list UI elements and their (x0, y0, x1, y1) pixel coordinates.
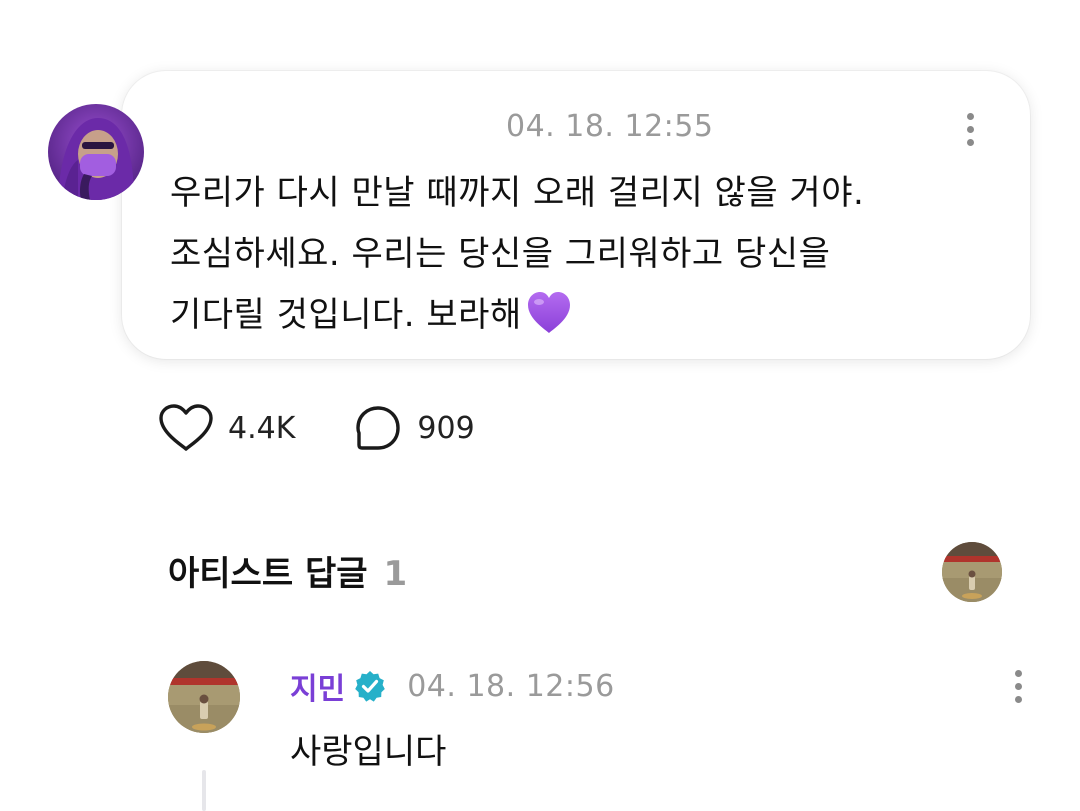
artist-header-avatar[interactable] (942, 542, 1002, 602)
artist-replies-header: 아티스트 답글 1 (168, 546, 407, 595)
reply-author-name[interactable]: 지민 (290, 664, 345, 708)
comment-button[interactable]: 909 (353, 403, 475, 453)
purple-heart-icon (527, 291, 570, 333)
reply-meta: 지민 04. 18. 12:56 (290, 664, 615, 708)
fan-post-screen: 04. 18. 12:55 우리가 다시 만날 때까지 오래 걸리지 않을 거야… (0, 0, 1080, 811)
reply-body-text: 사랑입니다 (290, 732, 447, 772)
post-card: 04. 18. 12:55 우리가 다시 만날 때까지 오래 걸리지 않을 거야… (122, 71, 1030, 359)
menu-dot (1014, 695, 1022, 703)
artist-avatar-stadium (942, 542, 1002, 602)
reply-timestamp: 04. 18. 12:56 (407, 668, 615, 704)
menu-dot (966, 112, 974, 120)
heart-outline-icon (159, 404, 213, 451)
post-actions: 4.4K 909 (158, 400, 475, 456)
menu-dot (966, 125, 974, 133)
menu-dot (1014, 682, 1022, 690)
artist-avatar-stadium (168, 661, 240, 733)
artist-replies-title: 아티스트 답글 (168, 554, 368, 594)
like-count: 4.4K (228, 410, 296, 446)
post-more-options-icon[interactable] (950, 105, 990, 153)
menu-dot (966, 138, 974, 146)
purple-hooded-masked-person-avatar (48, 104, 144, 200)
reply-author-avatar[interactable] (168, 661, 240, 733)
verified-badge-icon (355, 671, 386, 702)
comment-count: 909 (417, 410, 475, 446)
post-timestamp: 04. 18. 12:55 (506, 109, 714, 144)
post-author-avatar[interactable] (48, 104, 144, 200)
reply-more-options-icon[interactable] (998, 662, 1038, 710)
reply-thread-line (202, 770, 206, 811)
speech-bubble-icon (356, 406, 401, 450)
post-body-text: 우리가 다시 만날 때까지 오래 걸리지 않을 거야. 조심하세요. 우리는 당… (170, 173, 865, 335)
like-button[interactable]: 4.4K (158, 403, 295, 453)
menu-dot (1014, 669, 1022, 677)
artist-replies-count: 1 (383, 554, 408, 594)
post-body: 우리가 다시 만날 때까지 오래 걸리지 않을 거야. 조심하세요. 우리는 당… (170, 163, 990, 346)
